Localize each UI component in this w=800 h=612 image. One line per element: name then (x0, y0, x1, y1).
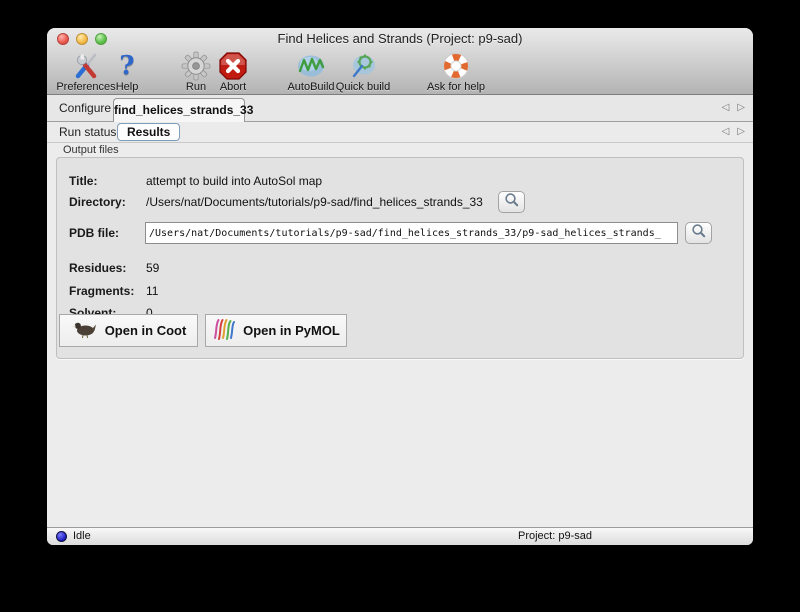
magnifier-icon (691, 223, 707, 244)
sub-tab-scroll-controls: ◁ ▷ (722, 122, 745, 142)
residues-label: Residues: (69, 261, 127, 275)
directory-browse-button[interactable] (498, 191, 525, 213)
toolbar-button-run[interactable]: Run (181, 51, 211, 94)
toolbar-button-preferences[interactable]: Preferences (54, 51, 118, 94)
open-in-pymol-label: Open in PyMOL (243, 323, 340, 338)
fragments-label: Fragments: (69, 284, 135, 298)
toolbar-button-ask-for-help[interactable]: Ask for help (421, 51, 491, 94)
protein-gear-icon (331, 51, 395, 81)
window-header: Find Helices and Strands (Project: p9-sa… (47, 28, 753, 95)
toolbar-button-quick-build[interactable]: Quick build (331, 51, 395, 94)
toolbar-button-help[interactable]: ? Help (112, 51, 142, 94)
toolbar-label: Preferences (56, 81, 116, 93)
app-window: Find Helices and Strands (Project: p9-sa… (47, 28, 753, 545)
status-indicator-icon (56, 531, 67, 542)
residues-value: 59 (146, 261, 160, 275)
toolbar-label: Abort (219, 81, 247, 93)
pdb-file-label: PDB file: (69, 226, 120, 240)
toolbar-label: Ask for help (426, 81, 486, 93)
title-row: Title: attempt to build into AutoSol map (57, 170, 743, 192)
open-in-coot-label: Open in Coot (104, 323, 187, 338)
pdb-file-row: PDB file: (57, 222, 743, 246)
title-label: Title: (69, 174, 98, 188)
toolbar: Preferences ? Help Run Abort AutoBuild Q… (47, 50, 753, 95)
open-in-pymol-button[interactable]: Open in PyMOL (205, 314, 347, 347)
magnifier-icon (504, 192, 520, 213)
notebook-tab-bar: Configure find_helices_strands_33 ◁ ▷ (47, 95, 753, 122)
tab-configure[interactable]: Configure (59, 95, 111, 122)
pdb-file-browse-button[interactable] (685, 222, 712, 244)
tools-icon (54, 51, 118, 81)
gear-icon (181, 51, 211, 81)
stop-x-icon (214, 51, 252, 81)
lifebuoy-icon (421, 51, 491, 81)
question-mark-icon: ? (119, 51, 135, 81)
toolbar-label: Quick build (335, 81, 391, 93)
title-value: attempt to build into AutoSol map (146, 174, 323, 188)
directory-value: /Users/nat/Documents/tutorials/p9-sad/fi… (146, 195, 483, 209)
tab-scroll-controls: ◁ ▷ (722, 95, 745, 121)
directory-label: Directory: (69, 195, 126, 209)
pdb-file-input[interactable] (145, 222, 678, 244)
output-files-group-label: Output files (63, 144, 119, 156)
project-label: Project: p9-sad (518, 530, 592, 542)
sub-tab-scroll-right-icon[interactable]: ▷ (737, 127, 745, 137)
title-bar[interactable]: Find Helices and Strands (Project: p9-sa… (47, 28, 753, 50)
tab-find-helices-strands-33[interactable]: find_helices_strands_33 (113, 98, 253, 122)
status-text: Idle (73, 530, 91, 542)
sub-tab-bar: Run status Results ◁ ▷ (47, 122, 753, 143)
sub-tab-scroll-left-icon[interactable]: ◁ (722, 127, 730, 137)
window-title: Find Helices and Strands (Project: p9-sa… (277, 31, 523, 46)
directory-row: Directory: /Users/nat/Documents/tutorial… (57, 191, 743, 213)
toolbar-label: Help (115, 81, 139, 93)
tab-results[interactable]: Results (117, 123, 181, 141)
toolbar-label: Run (185, 81, 207, 93)
tab-run-status[interactable]: Run status (59, 122, 116, 143)
results-panel: Output files Title: attempt to build int… (47, 143, 753, 527)
output-files-group: Title: attempt to build into AutoSol map… (56, 157, 744, 359)
tab-scroll-right-icon[interactable]: ▷ (737, 103, 745, 113)
pymol-ribbon-icon (212, 318, 236, 343)
open-in-coot-button[interactable]: Open in Coot (59, 314, 198, 347)
toolbar-button-abort[interactable]: Abort (214, 51, 252, 94)
fragments-value: 11 (146, 284, 159, 298)
status-bar: Idle Project: p9-sad (47, 527, 753, 545)
coot-bird-icon (71, 320, 98, 342)
tab-scroll-left-icon[interactable]: ◁ (722, 103, 730, 113)
residues-row: Residues: 59 (57, 257, 743, 279)
fragments-row: Fragments: 11 (57, 280, 743, 302)
